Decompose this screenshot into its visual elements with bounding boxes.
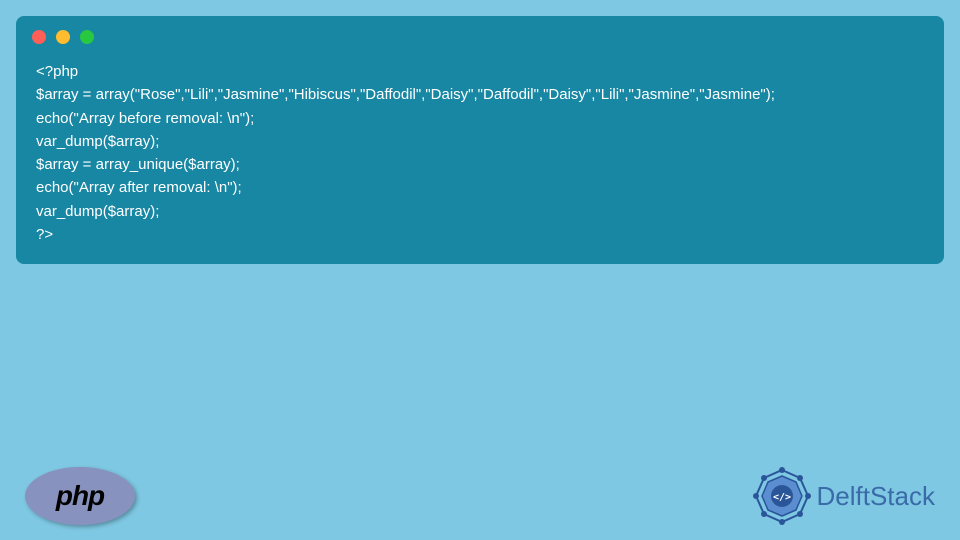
- code-line: echo("Array before removal: \n");: [36, 110, 254, 127]
- delftstack-text: DelftStack: [817, 481, 936, 512]
- code-line: var_dump($array);: [36, 203, 159, 220]
- code-line: $array = array("Rose","Lili","Jasmine","…: [36, 86, 775, 103]
- window-header: [16, 16, 944, 52]
- svg-text:</>: </>: [772, 492, 790, 503]
- code-line: <?php: [36, 63, 78, 80]
- delftstack-logo: </> DelftStack: [753, 467, 936, 525]
- delftstack-icon: </>: [753, 467, 811, 525]
- code-line: var_dump($array);: [36, 133, 159, 150]
- code-content: <?php $array = array("Rose","Lili","Jasm…: [16, 52, 944, 264]
- code-line: echo("Array after removal: \n");: [36, 179, 242, 196]
- window-maximize-dot: [80, 30, 94, 44]
- window-minimize-dot: [56, 30, 70, 44]
- code-line: $array = array_unique($array);: [36, 156, 240, 173]
- window-close-dot: [32, 30, 46, 44]
- php-logo-text: php: [56, 480, 104, 512]
- code-line: ?>: [36, 226, 53, 243]
- php-logo: php: [25, 467, 135, 525]
- code-block: <?php $array = array("Rose","Lili","Jasm…: [16, 16, 944, 264]
